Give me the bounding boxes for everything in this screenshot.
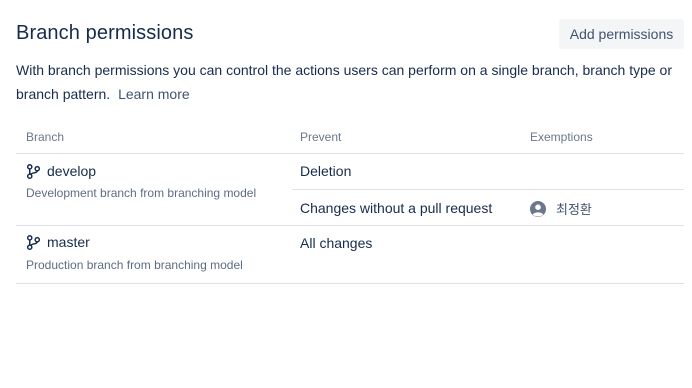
- branch-subtitle: Production branch from branching model: [26, 258, 243, 272]
- learn-more-link[interactable]: Learn more: [118, 86, 190, 102]
- branch-icon: [26, 234, 41, 250]
- branch-master[interactable]: master: [26, 234, 90, 250]
- table-bottom-divider: [16, 283, 684, 284]
- branch-develop[interactable]: develop: [26, 163, 96, 179]
- prevent-all-changes: All changes: [300, 235, 373, 251]
- branch-name: develop: [47, 163, 97, 179]
- exemption-user-name: 최정환: [556, 203, 592, 218]
- column-header-branch: Branch: [26, 130, 65, 144]
- branch-name: master: [47, 234, 90, 250]
- row-divider: [292, 189, 684, 190]
- branch-subtitle: Development branch from branching model: [26, 186, 257, 200]
- page-title: Branch permissions: [16, 22, 194, 44]
- user-avatar-icon: [530, 200, 546, 217]
- description: With branch permissions you can control …: [16, 58, 686, 106]
- description-text: With branch permissions you can control …: [16, 62, 672, 102]
- exemption-user[interactable]: 최정환: [530, 199, 592, 218]
- header-divider: [16, 153, 684, 154]
- column-header-exemptions: Exemptions: [530, 130, 593, 144]
- column-header-prevent: Prevent: [300, 130, 342, 144]
- branch-icon: [26, 163, 41, 179]
- prevent-deletion: Deletion: [300, 163, 352, 179]
- prevent-changes-without-pr: Changes without a pull request: [300, 200, 493, 216]
- row-divider: [16, 225, 684, 226]
- add-permissions-button[interactable]: Add permissions: [559, 19, 684, 49]
